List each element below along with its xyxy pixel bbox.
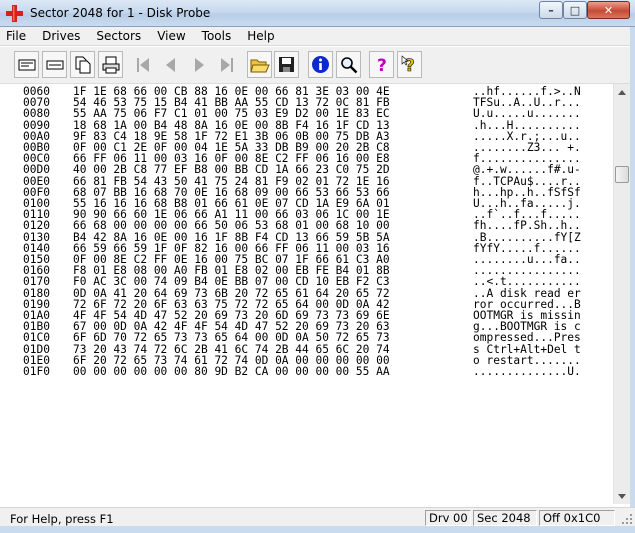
- status-drive: Drv 00: [425, 510, 471, 526]
- window-title: Sector 2048 for 1 - Disk Probe: [30, 6, 211, 20]
- save-button[interactable]: [274, 51, 299, 78]
- hex-offset: 01F0: [23, 365, 50, 378]
- previous-sector-icon: [165, 57, 175, 72]
- hex-ascii: ..............U.: [473, 365, 581, 378]
- svg-text:?: ?: [377, 56, 387, 75]
- close-icon: ✕: [603, 3, 614, 17]
- menu-help[interactable]: Help: [247, 29, 274, 43]
- context-help-button[interactable]: ?: [397, 51, 422, 78]
- first-sector-icon: [136, 57, 149, 72]
- save-icon: [279, 57, 294, 72]
- first-sector-button[interactable]: [130, 51, 155, 78]
- last-sector-icon: [220, 57, 233, 72]
- menu-view[interactable]: View: [157, 29, 185, 43]
- scroll-up-button[interactable]: [614, 84, 630, 100]
- find-icon: [340, 56, 357, 73]
- hex-ascii: @.+.w......f#.u-: [473, 163, 581, 177]
- hex-offset: 0080: [23, 107, 50, 121]
- menu-drives[interactable]: Drives: [42, 29, 80, 43]
- hex-offset: 01C0: [23, 331, 50, 345]
- status-sector: Sec 2048: [473, 510, 537, 526]
- menu-file[interactable]: File: [6, 29, 26, 43]
- hex-bytes: F0 AC 3C 00 74 09 B4 0E BB 07 00 CD 10 E…: [73, 275, 390, 289]
- context-help-icon: ?: [401, 54, 415, 75]
- scroll-down-button[interactable]: [614, 488, 630, 504]
- hex-bytes: 40 00 2B C8 77 EF B8 00 BB CD 1A 66 23 C…: [73, 163, 390, 177]
- hex-ascii: ompressed...Pres: [473, 331, 581, 345]
- menu-bar: File Drives Sectors View Tools Help: [0, 27, 635, 46]
- minimize-icon: –: [548, 3, 554, 17]
- volume-icon: [46, 60, 63, 69]
- hex-bytes: 66 68 00 00 00 00 66 50 06 53 68 01 00 6…: [73, 219, 390, 233]
- hex-ascii: U.u.....u.......: [473, 107, 581, 121]
- status-offset: Off 0x1C0: [539, 510, 615, 526]
- drive-button[interactable]: [14, 51, 39, 78]
- hex-offset: 0120: [23, 219, 50, 233]
- print-button[interactable]: [98, 51, 123, 78]
- copy-icon: [75, 56, 90, 73]
- title-bar[interactable]: Sector 2048 for 1 - Disk Probe – □ ✕: [0, 0, 635, 27]
- open-button[interactable]: [247, 51, 272, 78]
- minimize-button[interactable]: –: [539, 1, 563, 19]
- help-button[interactable]: ?: [369, 51, 394, 78]
- maximize-icon: □: [569, 3, 581, 17]
- menu-tools[interactable]: Tools: [202, 29, 232, 43]
- next-sector-icon: [194, 57, 204, 72]
- window-frame-right: [630, 27, 635, 527]
- drive-icon: [18, 59, 35, 70]
- svg-text:?: ?: [405, 56, 415, 75]
- open-folder-icon: [249, 59, 270, 72]
- disk-probe-app-icon: [6, 5, 23, 22]
- next-sector-button[interactable]: [186, 51, 211, 78]
- toolbar: ? ?: [0, 47, 635, 84]
- previous-sector-button[interactable]: [158, 51, 183, 78]
- hex-bytes: 55 AA 75 06 F7 C1 01 00 75 03 E9 D2 00 1…: [73, 107, 390, 121]
- close-button[interactable]: ✕: [587, 1, 630, 19]
- hex-bytes: 00 00 00 00 00 00 80 9D B2 CA 00 00 00 0…: [73, 365, 390, 378]
- hex-view[interactable]: 0060 1F 1E 68 66 00 CB 88 16 0E 00 66 81 …: [9, 84, 613, 504]
- info-icon: [312, 56, 329, 73]
- hex-offset: 0170: [23, 275, 50, 289]
- status-help-text: For Help, press F1: [10, 512, 114, 526]
- maximize-button[interactable]: □: [563, 1, 587, 19]
- status-bar: For Help, press F1 Drv 00 Sec 2048 Off 0…: [0, 507, 635, 526]
- copy-button[interactable]: [70, 51, 95, 78]
- hex-ascii: fh....fP.Sh..h..: [473, 219, 581, 233]
- info-button[interactable]: [308, 51, 333, 78]
- vertical-scrollbar[interactable]: [613, 84, 630, 504]
- hex-offset: 00D0: [23, 163, 50, 177]
- menu-sectors[interactable]: Sectors: [96, 29, 141, 43]
- scroll-thumb[interactable]: [615, 166, 629, 183]
- hex-bytes: 6F 6D 70 72 65 73 73 65 64 00 0D 0A 50 7…: [73, 331, 390, 345]
- resize-grip-icon[interactable]: [621, 513, 633, 525]
- scroll-up-arrow-icon: [618, 89, 626, 95]
- window-frame-bottom: [0, 526, 635, 533]
- help-icon: ?: [377, 56, 387, 75]
- scroll-down-arrow-icon: [618, 493, 626, 499]
- hex-ascii: ..<.t...........: [473, 275, 581, 289]
- print-icon: [102, 56, 119, 73]
- volume-button[interactable]: [42, 51, 67, 78]
- find-button[interactable]: [336, 51, 361, 78]
- last-sector-button[interactable]: [214, 51, 239, 78]
